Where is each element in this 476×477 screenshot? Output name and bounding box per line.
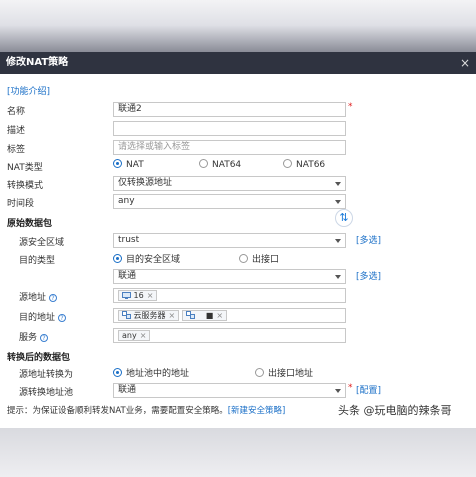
source-convert-label: 源地址转换为	[19, 370, 74, 380]
original-packet-heading: 原始数据包	[7, 219, 53, 229]
dest-zone-multi-select-link[interactable]: [多选]	[356, 269, 381, 282]
help-icon[interactable]: ?	[58, 314, 67, 322]
dest-zone-select[interactable]: 联通	[113, 269, 346, 284]
description-input[interactable]	[113, 121, 346, 136]
tag-input[interactable]: 请选择或输入标签	[113, 140, 346, 155]
original-packet-heading-row: 原始数据包	[0, 214, 476, 230]
convert-mode-label: 转换模式	[7, 181, 44, 191]
name-label: 名称	[7, 107, 26, 117]
source-pool-config-link[interactable]: [配置]	[356, 383, 381, 396]
description-label: 描述	[7, 126, 26, 136]
service-tag: any ×	[118, 330, 151, 341]
dest-address-tag-masked: ■ ×	[182, 310, 228, 321]
remove-tag-icon[interactable]: ×	[140, 331, 147, 340]
service-input[interactable]: any ×	[113, 328, 346, 343]
convert-mode-select[interactable]: 仅转换源地址	[113, 176, 346, 191]
source-address-tag: 16 ×	[118, 290, 158, 301]
name-row: 名称 联通2 *	[0, 102, 476, 118]
background-bottom	[0, 428, 476, 477]
service-label: 服务?	[19, 330, 49, 343]
convert-mode-row: 转换模式 仅转换源地址	[0, 176, 476, 192]
feature-intro-link[interactable]: [功能介绍]	[7, 84, 50, 97]
tag-row: 标签 请选择或输入标签	[0, 140, 476, 156]
source-address-label: 源地址?	[19, 290, 58, 303]
watermark: 头条 @玩电脑的辣条哥	[336, 402, 454, 418]
time-range-row: 时间段 any	[0, 194, 476, 210]
source-pool-select[interactable]: 联通	[113, 383, 346, 398]
source-address-input[interactable]: 16 ×	[113, 288, 346, 303]
help-icon[interactable]: ?	[49, 294, 58, 302]
hint-text: 提示：为保证设备顺利转发NAT业务，需要配置安全策略。[新建安全策略]	[7, 406, 286, 416]
dest-type-label: 目的类型	[19, 256, 56, 266]
source-pool-row: 源转换地址池 联通 * [配置]	[0, 383, 476, 399]
nat-type-radio-nat64[interactable]: NAT64	[199, 159, 241, 170]
dest-zone-row: 联通 [多选]	[0, 269, 476, 285]
dest-address-tag: 云服务器 ×	[118, 310, 180, 321]
source-zone-multi-select-link[interactable]: [多选]	[356, 233, 381, 246]
new-security-policy-link[interactable]: [新建安全策略]	[228, 406, 286, 416]
remove-tag-icon[interactable]: ×	[147, 291, 154, 300]
converted-packet-heading: 转换后的数据包	[7, 353, 71, 363]
dest-address-input[interactable]: 云服务器 × ■ ×	[113, 308, 346, 323]
name-input[interactable]: 联通2	[113, 102, 346, 117]
dialog-title: 修改NAT策略	[6, 57, 69, 68]
tag-label: 标签	[7, 145, 26, 155]
address-group-icon	[186, 311, 196, 319]
source-pool-label: 源转换地址池	[19, 388, 74, 398]
nat-type-radio-nat[interactable]: NAT	[113, 159, 144, 170]
time-range-select[interactable]: any	[113, 194, 346, 209]
monitor-icon	[122, 292, 131, 299]
close-icon[interactable]: ×	[460, 52, 470, 74]
remove-tag-icon[interactable]: ×	[169, 311, 176, 320]
source-convert-radio-interface[interactable]: 出接口地址	[255, 366, 313, 379]
edit-nat-policy-dialog: 修改NAT策略 × [功能介绍] 名称 联通2 * 描述 标签 请选择或输入标签…	[0, 52, 476, 428]
source-convert-radio-pool[interactable]: 地址池中的地址	[113, 366, 189, 379]
dest-address-label: 目的地址?	[19, 310, 67, 323]
dest-address-row: 目的地址? 云服务器 × ■ ×	[0, 308, 476, 324]
source-zone-row: 源安全区域 trust [多选]	[0, 233, 476, 249]
nat-type-label: NAT类型	[7, 163, 43, 173]
dest-type-radio-interface[interactable]: 出接口	[239, 252, 279, 265]
remove-tag-icon[interactable]: ×	[216, 311, 223, 320]
source-zone-select[interactable]: trust	[113, 233, 346, 248]
source-zone-label: 源安全区域	[19, 238, 65, 248]
source-address-row: 源地址? 16 ×	[0, 288, 476, 304]
nat-type-row: NAT类型 NAT NAT64 NAT66	[0, 158, 476, 174]
time-range-label: 时间段	[7, 199, 35, 209]
required-mark: *	[348, 102, 353, 112]
help-icon[interactable]: ?	[40, 334, 49, 342]
dest-type-radio-zone[interactable]: 目的安全区域	[113, 252, 180, 265]
source-convert-row: 源地址转换为 地址池中的地址 出接口地址	[0, 365, 476, 381]
nat-type-radio-nat66[interactable]: NAT66	[283, 159, 325, 170]
dest-type-row: 目的类型 目的安全区域 出接口	[0, 251, 476, 267]
description-row: 描述	[0, 121, 476, 137]
dialog-titlebar: 修改NAT策略 ×	[0, 52, 476, 74]
converted-packet-heading-row: 转换后的数据包	[0, 348, 476, 364]
service-row: 服务? any ×	[0, 328, 476, 344]
address-group-icon	[122, 311, 131, 319]
required-mark: *	[348, 383, 353, 393]
